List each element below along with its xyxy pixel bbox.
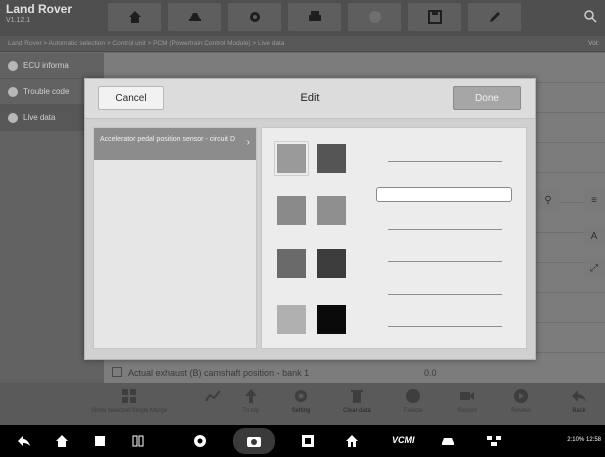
list-item-label: Accelerator pedal position sensor - circ… <box>100 136 236 143</box>
show-selected-button[interactable]: Show selected Single Merge <box>91 383 167 425</box>
nav-network-icon[interactable] <box>486 433 502 449</box>
nav-split-icon[interactable] <box>130 433 146 449</box>
list-item-selected[interactable]: Accelerator pedal position sensor - circ… <box>94 128 256 160</box>
toolbar-icons <box>108 3 521 31</box>
breadcrumb-bar: Land Rover > Automatic selection > Contr… <box>0 36 605 52</box>
nav-browser-icon[interactable] <box>192 433 208 449</box>
app-title: Land Rover <box>6 2 73 16</box>
info-icon <box>8 60 18 71</box>
nav-recents-icon[interactable] <box>92 433 108 449</box>
record-button[interactable]: Record <box>438 383 496 425</box>
nav-autel-home-icon[interactable] <box>344 433 360 449</box>
clear-data-button[interactable]: Clear data <box>328 383 386 425</box>
color-swatch[interactable] <box>277 305 306 334</box>
line-style-option[interactable] <box>388 261 502 262</box>
func-label: Record <box>457 408 477 414</box>
func-label: Clear data <box>343 408 371 414</box>
help-icon[interactable] <box>348 3 401 31</box>
color-swatch[interactable] <box>317 144 346 173</box>
nav-car-icon[interactable] <box>440 433 456 449</box>
dialog-header: Cancel Edit Done <box>85 79 535 119</box>
nav-screen-icon[interactable] <box>300 433 316 449</box>
review-button[interactable]: Review <box>492 383 550 425</box>
review-icon <box>514 389 528 403</box>
selected-items-panel: Accelerator pedal position sensor - circ… <box>93 127 257 349</box>
func-label: Back <box>572 408 586 414</box>
vol-badge: Vol: <box>588 40 599 47</box>
edit-dialog: Cancel Edit Done Accelerator pedal posit… <box>84 78 536 360</box>
chevron-right-icon: › <box>246 137 250 148</box>
vehicle-swap-icon[interactable] <box>168 3 221 31</box>
func-label: Show selected Single Merge <box>90 408 168 414</box>
line-style-option[interactable] <box>388 294 502 295</box>
nav-home-icon[interactable] <box>54 433 70 449</box>
func-label: Freeze <box>403 408 423 414</box>
camera-icon <box>460 392 474 400</box>
gear-icon <box>295 390 307 402</box>
color-swatch[interactable] <box>317 305 346 334</box>
brand: Land Rover V1.12.1 <box>6 3 72 25</box>
sidebar-item-label: Live data <box>23 113 56 122</box>
color-swatch[interactable] <box>317 249 346 278</box>
status-bar-text: 2:10% 12:58 <box>567 437 601 443</box>
zoom-icon[interactable]: ⚲ <box>537 190 559 210</box>
graph-icon <box>8 112 18 123</box>
print-icon[interactable] <box>288 3 341 31</box>
grid-icon <box>122 389 136 403</box>
func-label: Review <box>511 408 531 414</box>
sidebar-item-ecu-info[interactable]: ECU informa <box>0 53 104 79</box>
sidebar-item-label: Trouble code <box>23 87 70 96</box>
breadcrumb: Land Rover > Automatic selection > Contr… <box>8 40 285 47</box>
font-icon[interactable]: A <box>583 226 605 246</box>
line-style-option[interactable] <box>388 229 502 230</box>
app-header: Land Rover V1.12.1 <box>0 0 605 36</box>
wrench-icon <box>8 86 18 97</box>
camera-icon <box>247 437 261 447</box>
back-icon <box>572 390 586 402</box>
home-icon[interactable] <box>108 3 161 31</box>
function-toolbar: Show selected Single Merge To top Settin… <box>0 383 605 425</box>
freeze-button[interactable]: Freeze <box>384 383 442 425</box>
search-icon[interactable] <box>583 9 597 28</box>
line-style-option-selected[interactable] <box>376 187 512 202</box>
expand-icon[interactable]: ⤢ <box>583 258 605 278</box>
func-label: Setting <box>291 408 311 414</box>
setting-button[interactable]: Setting <box>272 383 330 425</box>
menu-icon[interactable]: ≡ <box>583 190 605 210</box>
save-icon[interactable] <box>408 3 461 31</box>
func-label: To top <box>242 408 260 414</box>
color-swatch[interactable] <box>274 141 309 176</box>
arrow-up-icon <box>245 389 257 403</box>
trash-icon <box>351 390 363 403</box>
app-version: V1.12.1 <box>6 17 31 24</box>
list-item-label: Actual exhaust (B) camshaft position - b… <box>128 368 310 378</box>
nav-back-icon[interactable] <box>16 433 32 449</box>
done-button[interactable]: Done <box>453 86 521 110</box>
row-checkbox[interactable] <box>112 367 122 377</box>
sidebar-item-label: ECU informa <box>23 61 69 70</box>
system-nav-bar: VCMI 2:10% 12:58 <box>0 425 605 457</box>
list-item-value: 0.0 <box>424 368 437 378</box>
style-panel <box>261 127 527 349</box>
vcm-indicator[interactable]: VCMI <box>392 435 415 445</box>
nav-camera-button[interactable] <box>233 428 275 454</box>
snowflake-icon <box>406 389 420 403</box>
color-swatch[interactable] <box>277 249 306 278</box>
settings-gear-icon[interactable] <box>228 3 281 31</box>
line-style-option[interactable] <box>388 161 502 162</box>
chart-icon <box>205 390 221 402</box>
line-style-option[interactable] <box>388 326 502 327</box>
back-button[interactable]: Back <box>550 383 605 425</box>
pen-icon[interactable] <box>468 3 521 31</box>
color-swatch[interactable] <box>277 196 306 225</box>
color-swatch[interactable] <box>317 196 346 225</box>
